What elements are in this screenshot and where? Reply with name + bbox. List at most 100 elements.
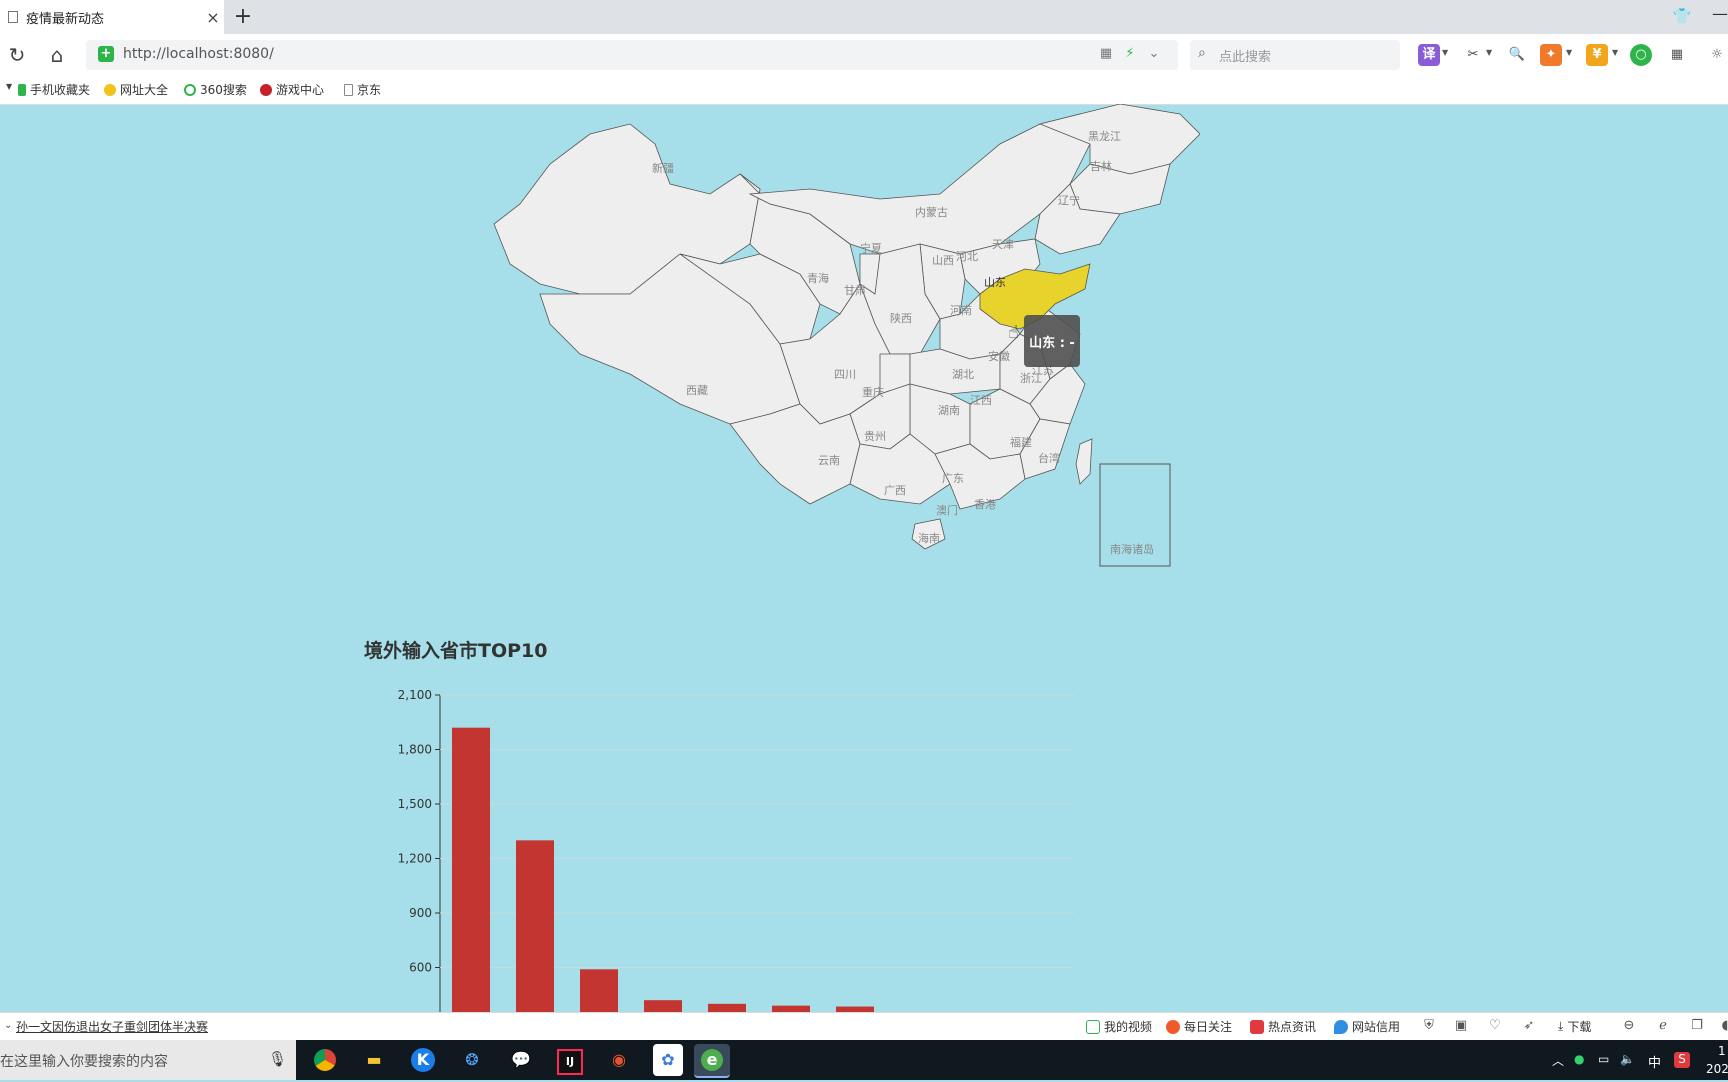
map-label-hainan: 海南 — [918, 531, 940, 545]
china-map[interactable]: 新疆西藏 青海甘肃 内蒙古 黑龙江吉林辽宁宁夏山西 河北 天津山东河南陕西四川重庆 湖北 安徽… — [480, 104, 1200, 574]
tray-expand-icon[interactable]: ︿ — [1552, 1052, 1564, 1069]
clock-time[interactable]: 1 — [1718, 1044, 1726, 1058]
bookmark-games[interactable]: 游戏中心 — [260, 81, 324, 98]
tray-wechat-icon[interactable]: ● — [1574, 1052, 1584, 1066]
heart-icon[interactable]: ♡ — [1486, 1018, 1504, 1033]
map-label-neimenggu: 内蒙古 — [915, 205, 948, 219]
bar-series — [452, 727, 874, 1012]
status-daily-focus[interactable]: 每日关注 — [1166, 1018, 1232, 1035]
wechat-icon[interactable]: 💬 — [503, 1044, 539, 1076]
expand-icon[interactable]: ⌄ — [4, 1020, 12, 1031]
status-hot-news[interactable]: 热点资讯 — [1250, 1018, 1316, 1035]
bar[interactable] — [516, 840, 554, 1012]
bookmark-so360[interactable]: 360搜索 — [184, 81, 247, 98]
bar[interactable] — [644, 1000, 682, 1012]
game-center-icon — [260, 83, 272, 96]
status-download[interactable]: ⤓ 下载 — [1558, 1018, 1591, 1035]
microphone-icon[interactable]: 🎙 — [268, 1050, 287, 1068]
map-label-sichuan: 四川 — [834, 368, 856, 381]
bookmark-hao360[interactable]: 网址大全 — [104, 81, 168, 98]
chat-icon[interactable]: ○ — [1630, 44, 1652, 66]
y-tick-label: 1,800 — [398, 743, 432, 757]
shell-icon[interactable]: ◉ — [601, 1044, 637, 1076]
map-label-jiangxi: 江西 — [970, 394, 992, 407]
mask-icon[interactable]: ⊖ — [1620, 1018, 1638, 1033]
search-icon: ⌕ — [1198, 45, 1206, 61]
map-label-nanhai: 南海诸岛 — [1110, 542, 1154, 556]
bar[interactable] — [580, 969, 618, 1012]
wallet-icon[interactable]: ¥ — [1586, 44, 1608, 66]
map-label-jilin: 吉林 — [1090, 159, 1112, 173]
url-text[interactable]: http://localhost:8080/ — [123, 46, 274, 62]
y-axis: 2,100 1,800 1,500 1,200 900 600 — [398, 688, 1075, 1012]
network-icon[interactable]: ▭ — [1598, 1052, 1609, 1066]
file-explorer-icon[interactable]: ▬ — [356, 1044, 392, 1076]
volume-icon[interactable]: 🔈 — [1620, 1052, 1635, 1066]
bookmark-label: 游戏中心 — [276, 83, 325, 97]
new-tab-button[interactable]: + — [230, 3, 256, 31]
region-jilin — [1069, 163, 1171, 215]
drop-icon — [1334, 1019, 1348, 1034]
map-label-hunan: 湖南 — [938, 404, 960, 417]
qr-code-icon[interactable]: ▦ — [1098, 46, 1114, 61]
skin-icon[interactable]: 👕 — [1672, 7, 1692, 27]
status-label: 热点资讯 — [1268, 1020, 1317, 1034]
chevron-down-icon[interactable]: ▼ — [1442, 48, 1448, 57]
document-icon — [8, 11, 18, 23]
intellij-icon[interactable]: IJ — [552, 1044, 588, 1076]
minimize-button[interactable]: — — [1712, 4, 1728, 28]
y-tick-label: 1,200 — [398, 852, 432, 866]
network-app-icon[interactable]: ✿ — [653, 1044, 683, 1076]
scissors-icon[interactable]: ✂ — [1462, 44, 1484, 66]
status-label: 每日关注 — [1184, 1020, 1233, 1034]
flame-icon — [1166, 1019, 1180, 1034]
chevron-down-icon[interactable]: ▼ — [1566, 48, 1572, 57]
sound-icon[interactable]: ◖ — [1716, 1018, 1728, 1033]
bar[interactable] — [708, 1003, 746, 1012]
map-label-macao: 澳门 — [936, 503, 958, 517]
tab-title: 疫情最新动态 — [26, 11, 105, 27]
translate-icon[interactable]: 译 — [1418, 44, 1440, 66]
chevron-down-icon[interactable]: ▼ — [1486, 48, 1492, 57]
home-icon[interactable]: ⌂ — [44, 42, 70, 68]
browser-tab[interactable]: 疫情最新动态 × — [0, 0, 224, 34]
bookmark-label: 京东 — [357, 83, 382, 97]
ime-indicator[interactable]: 中 — [1648, 1052, 1661, 1071]
window-icon[interactable]: ❐ — [1688, 1018, 1706, 1033]
chevron-down-icon[interactable]: ⌄ — [1146, 46, 1162, 61]
lightning-icon[interactable]: ⚡ — [1122, 46, 1138, 61]
ie-icon[interactable]: ℯ — [1654, 1018, 1672, 1033]
map-label-liaoning: 辽宁 — [1058, 193, 1080, 207]
sogou-icon[interactable]: S — [1674, 1052, 1690, 1068]
shield-icon[interactable]: ⛨ — [1420, 1018, 1438, 1033]
image-icon[interactable]: ▣ — [1452, 1018, 1470, 1033]
kugou-icon[interactable]: K — [405, 1044, 441, 1076]
bookmark-mobile[interactable]: 手机收藏夹 — [18, 81, 90, 98]
tab-close-button[interactable]: × — [202, 8, 224, 27]
rocket-icon[interactable]: ➶ — [1520, 1018, 1538, 1033]
bookmark-label: 360搜索 — [200, 83, 247, 97]
dev-tool-icon[interactable]: ❂ — [454, 1044, 490, 1076]
game-icon[interactable]: ✦ — [1540, 44, 1562, 66]
chrome-icon[interactable] — [307, 1044, 343, 1076]
status-site-credit[interactable]: 网站信用 — [1334, 1018, 1400, 1035]
bookmark-menu-icon[interactable]: ▼ — [6, 82, 12, 91]
bar[interactable] — [452, 727, 490, 1012]
map-label-shandong: 山东 — [984, 276, 1006, 289]
clock-date[interactable]: 202 — [1706, 1062, 1728, 1076]
chevron-down-icon[interactable]: ▼ — [1612, 48, 1618, 57]
map-label-hebei: 河北 — [956, 250, 978, 263]
map-label-chongqing: 重庆 — [862, 385, 884, 399]
map-label-fujian: 福建 — [1010, 435, 1032, 449]
secure-shield-icon: + — [98, 46, 114, 62]
bookmark-jd[interactable]: 京东 — [344, 81, 381, 98]
magnifier-icon[interactable]: 🔍 — [1506, 44, 1528, 66]
browser360-icon[interactable]: e — [694, 1044, 730, 1078]
news-link[interactable]: 孙一文因伤退出女子重剑团体半决赛 — [16, 1018, 208, 1035]
reload-icon[interactable]: ↻ — [4, 42, 30, 68]
map-label-guizhou: 贵州 — [864, 430, 886, 443]
apps-grid-icon[interactable]: ▦ — [1666, 44, 1688, 66]
status-my-video[interactable]: 我的视频 — [1086, 1018, 1152, 1035]
brightness-icon[interactable]: ☼ — [1706, 44, 1728, 66]
bookmark-label: 网址大全 — [120, 83, 169, 97]
